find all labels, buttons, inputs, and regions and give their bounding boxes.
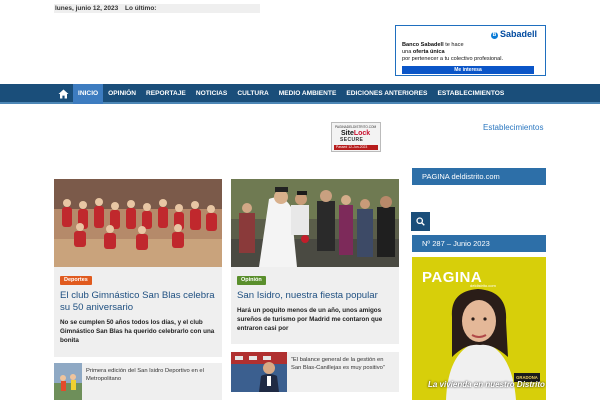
- article-excerpt-san-isidro: Hará un poquito menos de un año, unos am…: [237, 307, 383, 332]
- sitelock-badge[interactable]: PAGINADELDISTRITO.COM SiteLock SECURE Pa…: [331, 122, 381, 152]
- article-image-gymnastics[interactable]: [54, 179, 222, 267]
- article-title-san-isidro[interactable]: San Isidro, nuestra fiesta popular: [237, 290, 397, 302]
- sidebar-site-heading: PAGINA deldistrito.com: [412, 168, 546, 185]
- establecimientos-link[interactable]: Establecimientos: [483, 123, 543, 132]
- mini-article-image-official[interactable]: [231, 352, 287, 392]
- article-card-gimnastico[interactable]: Deportes El club Gimnástico San Blas cel…: [54, 179, 222, 357]
- main-nav: INICIO OPINIÓN REPORTAJE NOTICIAS CULTURA MED…: [0, 84, 600, 104]
- ad-brand-name: Sabadell: [499, 29, 537, 39]
- mini-article-san-isidro-deportivo[interactable]: Primera edición del San Isidro Deportivo…: [54, 363, 222, 400]
- mini-article-balance-gestion[interactable]: “El balance general de la gestión en San…: [231, 352, 399, 392]
- sitelock-status: Passed 12-Jun-2023: [334, 145, 378, 150]
- ad-line3: por pertenecer a tu colectivo profesiona…: [402, 56, 504, 62]
- ad-line2-pre: una: [402, 49, 413, 55]
- nav-item-noticias[interactable]: NOTICIAS: [191, 84, 233, 104]
- nav-item-establecimientos[interactable]: ESTABLECIMIENTOS: [432, 84, 509, 104]
- nav-item-medio-ambiente[interactable]: MEDIO AMBIENTE: [274, 84, 342, 104]
- ad-cta-button[interactable]: Me interesa: [402, 66, 534, 74]
- sabadell-logo-icon: B: [490, 32, 498, 39]
- page: lunes, junio 12, 2023 Lo último: B Sabade…: [0, 0, 600, 400]
- latest-news-label: Lo último:: [125, 5, 157, 12]
- sidebar-issue-heading: Nº 287 – Junio 2023: [412, 235, 546, 252]
- ad-copy: Banco Sabadell te hace una oferta única …: [402, 42, 542, 63]
- main-nav-items: INICIO OPINIÓN REPORTAJE NOTICIAS CULTURA MED…: [54, 84, 509, 104]
- sitelock-logo-a: Site: [341, 130, 354, 137]
- nav-item-reportaje[interactable]: REPORTAJE: [141, 84, 191, 104]
- current-date: lunes, junio 12, 2023: [55, 5, 119, 12]
- sitelock-domain: PAGINADELDISTRITO.COM: [335, 125, 377, 129]
- category-tag-opinion[interactable]: Opinión: [237, 276, 266, 285]
- article-excerpt-gimnastico: No se cumplen 50 años todos los días, y …: [60, 319, 215, 344]
- ad-line2-bold: oferta única: [412, 49, 445, 55]
- mini-article-title-1[interactable]: Primera edición del San Isidro Deportivo…: [86, 367, 218, 383]
- mini-article-title-2[interactable]: “El balance general de la gestión en San…: [291, 356, 395, 372]
- article-title-gimnastico[interactable]: El club Gimnástico San Blas celebra su 5…: [60, 290, 220, 314]
- top-date-bar: lunes, junio 12, 2023 Lo último:: [54, 4, 260, 13]
- sitelock-secure: SECURE: [340, 137, 364, 143]
- ad-line1-bold: Banco Sabadell: [402, 42, 444, 48]
- nav-item-ediciones-anteriores[interactable]: EDICIONES ANTERIORES: [341, 84, 432, 104]
- mini-article-image-sports[interactable]: [54, 363, 82, 400]
- nav-home-button[interactable]: [54, 84, 73, 104]
- sabadell-banner-ad[interactable]: B Sabadell Banco Sabadell te hace una ofe…: [395, 25, 546, 76]
- nav-item-inicio[interactable]: INICIO: [73, 84, 104, 104]
- search-icon: [416, 217, 425, 226]
- sitelock-logo: SiteLock: [341, 130, 370, 137]
- category-tag-deportes[interactable]: Deportes: [60, 276, 92, 285]
- nav-item-opinión[interactable]: OPINIÓN: [103, 84, 141, 104]
- cover-headline: La vivienda en nuestro Distrito: [428, 380, 545, 389]
- article-image-san-isidro[interactable]: [231, 179, 399, 267]
- search-button[interactable]: [411, 212, 430, 231]
- home-icon: [58, 89, 69, 99]
- article-card-san-isidro[interactable]: Opinión San Isidro, nuestra fiesta popul…: [231, 179, 399, 344]
- sitelock-logo-b: Lock: [353, 130, 371, 137]
- ad-brand-logo: B Sabadell: [490, 29, 537, 39]
- ad-line1-rest: te hace: [443, 42, 464, 48]
- cover-subtitle: deldistrito.com: [470, 283, 496, 288]
- nav-item-cultura[interactable]: CULTURA: [232, 84, 273, 104]
- magazine-cover[interactable]: PAGINA deldistrito.com GRADONA La vivien…: [412, 257, 546, 400]
